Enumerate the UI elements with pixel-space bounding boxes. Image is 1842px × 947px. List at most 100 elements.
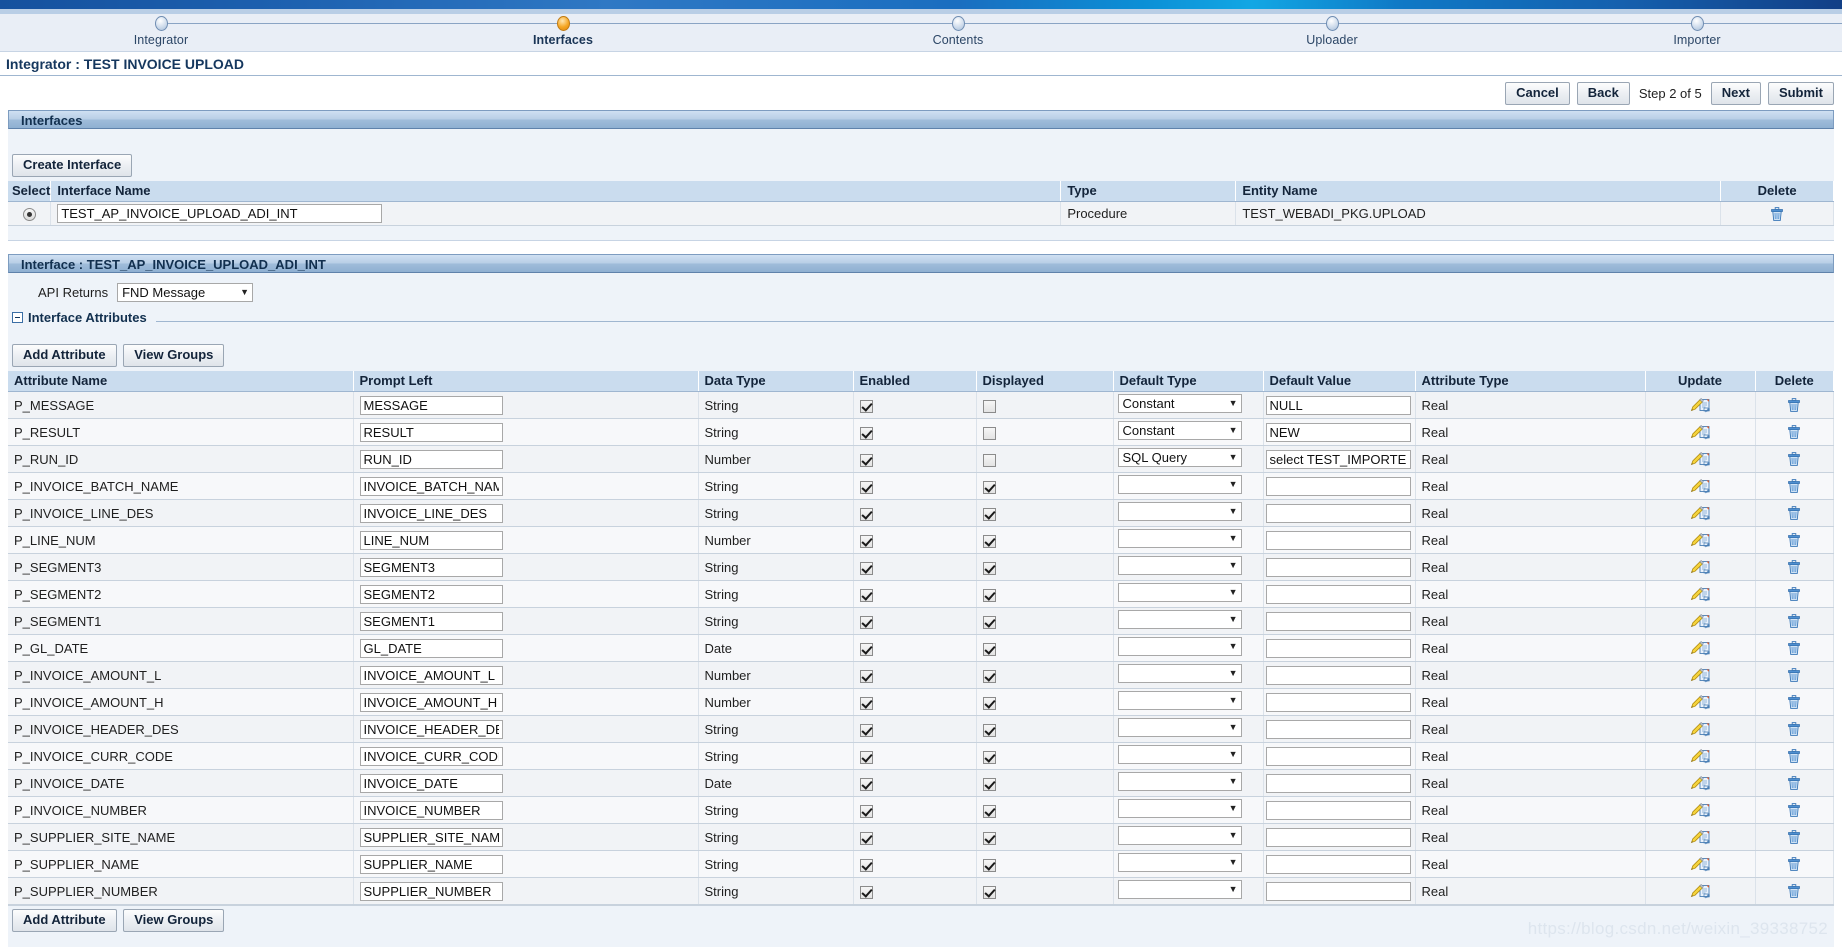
update-icon[interactable]	[1690, 829, 1710, 845]
delete-cell[interactable]	[1755, 688, 1834, 716]
displayed-cell[interactable]	[976, 661, 1114, 689]
default-type-select[interactable]: ▼	[1117, 556, 1242, 575]
enabled-checkbox[interactable]	[859, 858, 873, 872]
update-icon[interactable]	[1690, 478, 1710, 494]
update-icon[interactable]	[1690, 640, 1710, 656]
prompt-left-input[interactable]	[359, 449, 503, 469]
enabled-cell[interactable]	[853, 715, 977, 743]
prompt-left-input[interactable]	[359, 638, 503, 658]
update-icon[interactable]	[1690, 397, 1710, 413]
enabled-checkbox[interactable]	[859, 534, 873, 548]
displayed-checkbox[interactable]	[982, 831, 996, 845]
update-icon[interactable]	[1690, 775, 1710, 791]
default-value-input[interactable]	[1265, 881, 1411, 901]
trash-icon[interactable]	[1787, 505, 1801, 521]
enabled-cell[interactable]	[853, 877, 977, 905]
delete-cell[interactable]	[1755, 391, 1834, 419]
update-cell[interactable]	[1645, 715, 1756, 743]
displayed-cell[interactable]	[976, 472, 1114, 500]
update-cell[interactable]	[1645, 688, 1756, 716]
default-type-select[interactable]: Constant ▼	[1117, 394, 1242, 413]
trash-icon[interactable]	[1787, 586, 1801, 602]
enabled-cell[interactable]	[853, 553, 977, 581]
displayed-checkbox[interactable]	[982, 534, 996, 548]
update-icon[interactable]	[1690, 802, 1710, 818]
enabled-checkbox[interactable]	[859, 696, 873, 710]
add-attribute-button-top[interactable]: Add Attribute	[12, 344, 117, 367]
update-cell[interactable]	[1645, 391, 1756, 419]
default-value-input[interactable]	[1265, 530, 1411, 550]
default-value-input[interactable]	[1265, 719, 1411, 739]
displayed-cell[interactable]	[976, 715, 1114, 743]
prompt-left-input[interactable]	[359, 773, 503, 793]
enabled-cell[interactable]	[853, 391, 977, 419]
prompt-left-input[interactable]	[359, 422, 503, 442]
update-cell[interactable]	[1645, 634, 1756, 662]
trash-icon[interactable]	[1787, 667, 1801, 683]
displayed-cell[interactable]	[976, 850, 1114, 878]
displayed-cell[interactable]	[976, 445, 1114, 473]
enabled-cell[interactable]	[853, 418, 977, 446]
enabled-checkbox[interactable]	[859, 480, 873, 494]
view-groups-button-bottom[interactable]: View Groups	[123, 909, 225, 932]
prompt-left-input[interactable]	[359, 881, 503, 901]
submit-button[interactable]: Submit	[1767, 82, 1834, 105]
displayed-cell[interactable]	[976, 742, 1114, 770]
trash-icon[interactable]	[1787, 829, 1801, 845]
displayed-cell[interactable]	[976, 418, 1114, 446]
delete-cell[interactable]	[1755, 580, 1834, 608]
default-value-input[interactable]	[1265, 449, 1411, 469]
default-type-select[interactable]: ▼	[1117, 637, 1242, 656]
delete-cell[interactable]	[1755, 526, 1834, 554]
displayed-cell[interactable]	[976, 688, 1114, 716]
update-icon[interactable]	[1690, 694, 1710, 710]
delete-cell[interactable]	[1755, 472, 1834, 500]
displayed-checkbox[interactable]	[982, 669, 996, 683]
enabled-cell[interactable]	[853, 796, 977, 824]
update-icon[interactable]	[1690, 667, 1710, 683]
trash-icon[interactable]	[1787, 532, 1801, 548]
default-value-input[interactable]	[1265, 422, 1411, 442]
trash-icon[interactable]	[1787, 748, 1801, 764]
prompt-left-input[interactable]	[359, 503, 503, 523]
trash-icon[interactable]	[1787, 397, 1801, 413]
default-type-select[interactable]: ▼	[1117, 880, 1242, 899]
default-type-select[interactable]: ▼	[1117, 826, 1242, 845]
default-type-select[interactable]: ▼	[1117, 664, 1242, 683]
default-value-input[interactable]	[1265, 665, 1411, 685]
update-cell[interactable]	[1645, 418, 1756, 446]
delete-cell[interactable]	[1755, 769, 1834, 797]
delete-cell[interactable]	[1755, 499, 1834, 527]
delete-cell[interactable]	[1755, 418, 1834, 446]
create-interface-button[interactable]: Create Interface	[12, 154, 133, 177]
delete-cell[interactable]	[1755, 553, 1834, 581]
default-value-input[interactable]	[1265, 557, 1411, 577]
trash-icon[interactable]	[1787, 613, 1801, 629]
update-icon[interactable]	[1690, 883, 1710, 899]
update-cell[interactable]	[1645, 742, 1756, 770]
enabled-cell[interactable]	[853, 742, 977, 770]
prompt-left-input[interactable]	[359, 827, 503, 847]
delete-cell[interactable]	[1755, 796, 1834, 824]
update-cell[interactable]	[1645, 499, 1756, 527]
delete-cell[interactable]	[1755, 850, 1834, 878]
train-step-contents[interactable]: Contents	[858, 14, 1058, 47]
displayed-checkbox[interactable]	[982, 426, 996, 440]
delete-cell[interactable]	[1755, 661, 1834, 689]
enabled-cell[interactable]	[853, 823, 977, 851]
collapse-icon[interactable]	[12, 312, 23, 323]
delete-cell[interactable]	[1755, 634, 1834, 662]
enabled-checkbox[interactable]	[859, 777, 873, 791]
train-step-uploader[interactable]: Uploader	[1232, 14, 1432, 47]
update-icon[interactable]	[1690, 721, 1710, 737]
displayed-cell[interactable]	[976, 526, 1114, 554]
displayed-checkbox[interactable]	[982, 615, 996, 629]
prompt-left-input[interactable]	[359, 800, 503, 820]
trash-icon[interactable]	[1787, 694, 1801, 710]
default-type-select[interactable]: ▼	[1117, 745, 1242, 764]
displayed-cell[interactable]	[976, 553, 1114, 581]
default-value-input[interactable]	[1265, 611, 1411, 631]
displayed-cell[interactable]	[976, 580, 1114, 608]
update-cell[interactable]	[1645, 769, 1756, 797]
enabled-checkbox[interactable]	[859, 831, 873, 845]
